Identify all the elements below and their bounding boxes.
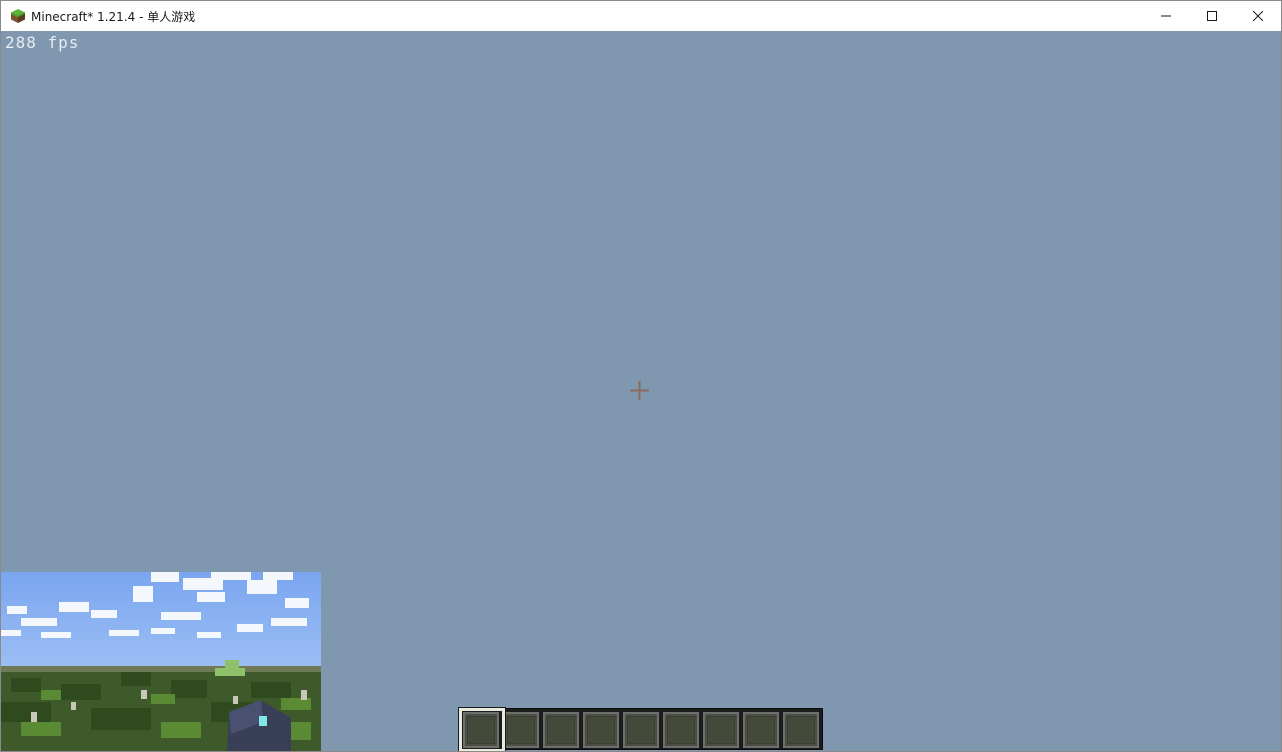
title-bar[interactable]: Minecraft* 1.21.4 - 单人游戏 [1, 1, 1281, 31]
game-viewport[interactable]: 288 fps [1, 31, 1281, 751]
hotbar-slot-3[interactable] [543, 712, 579, 748]
crosshair-icon [630, 381, 649, 400]
window-title: Minecraft* 1.21.4 - 单人游戏 [31, 9, 196, 24]
close-icon [1253, 11, 1263, 21]
minecraft-window: Minecraft* 1.21.4 - 单人游戏 288 fps [0, 0, 1282, 752]
world-preview-thumbnail [1, 572, 321, 751]
window-controls [1143, 1, 1281, 31]
hotbar[interactable] [458, 707, 823, 751]
hotbar-slot-2[interactable] [503, 712, 539, 748]
hotbar-slot-6[interactable] [663, 712, 699, 748]
hotbar-slot-8[interactable] [743, 712, 779, 748]
fps-counter: 288 fps [5, 33, 80, 52]
maximize-icon [1207, 11, 1217, 21]
hotbar-slot-7[interactable] [703, 712, 739, 748]
grass-block-icon [11, 9, 25, 23]
minimize-button[interactable] [1143, 1, 1189, 31]
maximize-button[interactable] [1189, 1, 1235, 31]
hotbar-slot-5[interactable] [623, 712, 659, 748]
hotbar-slot-1[interactable] [463, 712, 499, 748]
minimize-icon [1161, 15, 1171, 17]
hotbar-slot-9[interactable] [783, 712, 819, 748]
close-button[interactable] [1235, 1, 1281, 31]
hotbar-slot-4[interactable] [583, 712, 619, 748]
